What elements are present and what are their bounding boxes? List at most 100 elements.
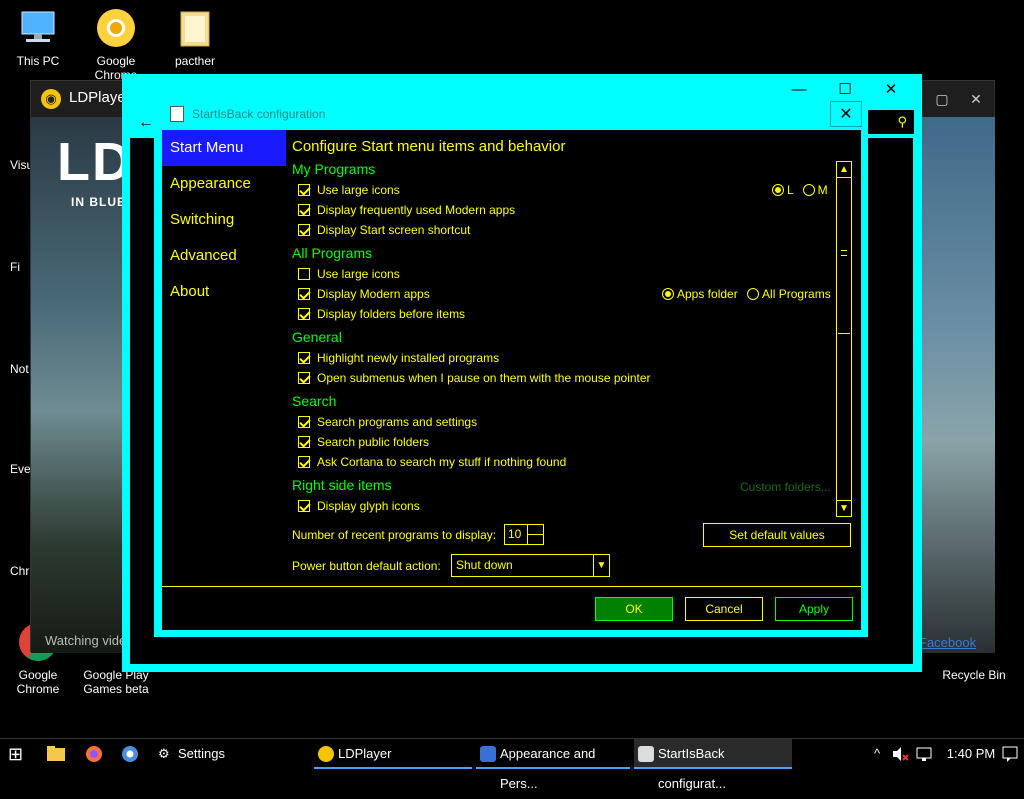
chrome-icon	[92, 6, 140, 50]
folder-icon	[171, 6, 219, 50]
nav-item-advanced[interactable]: Advanced	[162, 238, 286, 274]
checkbox-icon	[298, 288, 310, 300]
checkbox-icon	[298, 372, 310, 384]
taskbar-item-appearance[interactable]: Appearance and Pers...	[476, 739, 630, 791]
volume-muted-icon[interactable]	[890, 739, 912, 769]
desktop-icon-this-pc[interactable]: This PC	[0, 6, 76, 68]
checkbox-icon	[298, 500, 310, 512]
tray-overflow-chevron-icon[interactable]: ^	[868, 739, 886, 769]
desktop-icon-label: This PC	[16, 54, 60, 68]
section-my-programs: My Programs	[292, 161, 376, 177]
cancel-button[interactable]: Cancel	[685, 597, 763, 621]
start-button[interactable]: ⊞	[8, 739, 30, 769]
file-explorer-icon[interactable]	[46, 739, 68, 769]
radio-label: Apps folder	[677, 287, 738, 301]
checkbox-folders-before-items[interactable]: Display folders before items	[298, 305, 465, 323]
checkbox-frequent-modern-apps[interactable]: Display frequently used Modern apps	[298, 201, 515, 219]
ldplayer-caption: Watching vide	[45, 633, 127, 648]
checkbox-label: Open submenus when I pause on them with …	[317, 371, 651, 385]
custom-folders-link[interactable]: Custom folders...	[740, 480, 831, 494]
settings-content: Configure Start menu items and behavior …	[286, 130, 861, 586]
search-input[interactable]: ⚲	[864, 110, 914, 134]
taskbar-item-settings[interactable]: ⚙ Settings	[154, 739, 310, 769]
checkbox-search-public-folders[interactable]: Search public folders	[298, 433, 429, 451]
checkbox-icon	[298, 436, 310, 448]
system-clock[interactable]: 1:40 PM	[944, 739, 998, 769]
desktop-icon-pacther[interactable]: pacther	[157, 6, 233, 68]
checkbox-display-glyph-icons[interactable]: Display glyph icons	[298, 497, 420, 515]
radio-label: L	[787, 183, 794, 197]
desktop-icon-label: pacther	[174, 54, 216, 68]
task-active-indicator	[314, 767, 472, 769]
scroll-down-arrow-icon[interactable]: ▼	[837, 500, 851, 516]
apply-button[interactable]: Apply	[775, 597, 853, 621]
checkbox-label: Display frequently used Modern apps	[317, 203, 516, 217]
close-button[interactable]: ✕	[870, 78, 912, 102]
startisback-dialog[interactable]: StartIsBack configuration ✕ Start Menu A…	[154, 99, 868, 637]
task-active-indicator	[634, 767, 792, 769]
desktop-icon-label: Recycle Bin	[942, 668, 1006, 682]
chrome-icon[interactable]	[120, 739, 142, 769]
network-icon[interactable]	[914, 739, 936, 769]
recent-programs-stepper[interactable]: 10	[504, 524, 544, 545]
radio-medium[interactable]: M	[802, 183, 828, 197]
scrollbar[interactable]: ▲ ▼	[836, 161, 852, 517]
checkbox-icon	[298, 268, 310, 280]
notification-icon[interactable]	[1000, 739, 1022, 769]
checkbox-label: Display Start screen shortcut	[317, 223, 471, 237]
section-search: Search	[292, 393, 337, 409]
grip-icon	[841, 250, 847, 256]
nav-item-switching[interactable]: Switching	[162, 202, 286, 238]
set-default-values-button[interactable]: Set default values	[703, 523, 851, 547]
close-button[interactable]: ✕	[961, 87, 991, 111]
section-right-side-items: Right side items	[292, 477, 392, 493]
computer-icon	[14, 6, 62, 50]
radio-label: M	[817, 183, 828, 197]
checkbox-display-modern-apps[interactable]: Display Modern apps	[298, 285, 430, 303]
desktop: This PC Google Chrome pacther Visua Fi N…	[0, 0, 1024, 738]
radio-icon	[662, 288, 674, 300]
nav-item-about[interactable]: About	[162, 274, 286, 310]
checkbox-search-programs-settings[interactable]: Search programs and settings	[298, 413, 477, 431]
back-arrow-icon[interactable]: ←	[138, 114, 154, 132]
nav-item-appearance[interactable]: Appearance	[162, 166, 286, 202]
startisback-icon	[638, 746, 654, 762]
recent-programs-value: 10	[508, 527, 522, 541]
radio-icon	[772, 184, 784, 196]
checkbox-all-programs-large-icons[interactable]: Use large icons	[298, 265, 400, 283]
firefox-icon[interactable]	[84, 739, 106, 769]
taskbar-item-ldplayer[interactable]: LDPlayer	[314, 739, 472, 769]
checkbox-my-programs-large-icons[interactable]: Use large icons	[298, 181, 400, 199]
dialog-body: Start Menu Appearance Switching Advanced…	[162, 130, 861, 630]
checkbox-highlight-new-programs[interactable]: Highlight newly installed programs	[298, 349, 499, 367]
checkbox-open-submenus-on-hover[interactable]: Open submenus when I pause on them with …	[298, 369, 651, 387]
scroll-up-arrow-icon[interactable]: ▲	[837, 162, 851, 178]
checkbox-label: Use large icons	[317, 267, 400, 281]
checkbox-ask-cortana[interactable]: Ask Cortana to search my stuff if nothin…	[298, 453, 566, 471]
radio-icon	[747, 288, 760, 300]
stepper-down-icon[interactable]	[527, 534, 543, 544]
radio-apps-folder[interactable]: Apps folder	[662, 287, 738, 301]
maximize-button[interactable]: ▢	[927, 87, 957, 111]
footer-divider	[162, 586, 861, 587]
desktop-icon-google-chrome[interactable]: Google Chrome	[78, 6, 154, 82]
recent-programs-label: Number of recent programs to display:	[292, 528, 497, 542]
power-action-select[interactable]: Shut down ▼	[451, 554, 610, 577]
control-panel-icon	[480, 746, 496, 762]
search-icon[interactable]: ⚲	[897, 114, 907, 130]
facebook-link[interactable]: Facebook	[919, 635, 976, 650]
nav-item-start-menu[interactable]: Start Menu	[162, 130, 286, 166]
chevron-down-icon[interactable]: ▼	[593, 555, 609, 576]
scrollbar-thumb[interactable]	[838, 178, 850, 334]
radio-large[interactable]: L	[772, 183, 793, 197]
checkbox-label: Search public folders	[317, 435, 430, 449]
checkbox-icon	[298, 456, 310, 468]
power-button-label: Power button default action:	[292, 559, 441, 573]
radio-all-programs[interactable]: All Programs	[747, 287, 831, 301]
checkbox-icon	[298, 184, 310, 196]
ok-button[interactable]: OK	[595, 597, 673, 621]
taskbar-item-startisback[interactable]: StartIsBack configurat...	[634, 739, 792, 791]
checkbox-start-screen-shortcut[interactable]: Display Start screen shortcut	[298, 221, 470, 239]
ldplayer-logo-icon: ◉	[41, 89, 61, 109]
dialog-close-button[interactable]: ✕	[830, 101, 862, 127]
